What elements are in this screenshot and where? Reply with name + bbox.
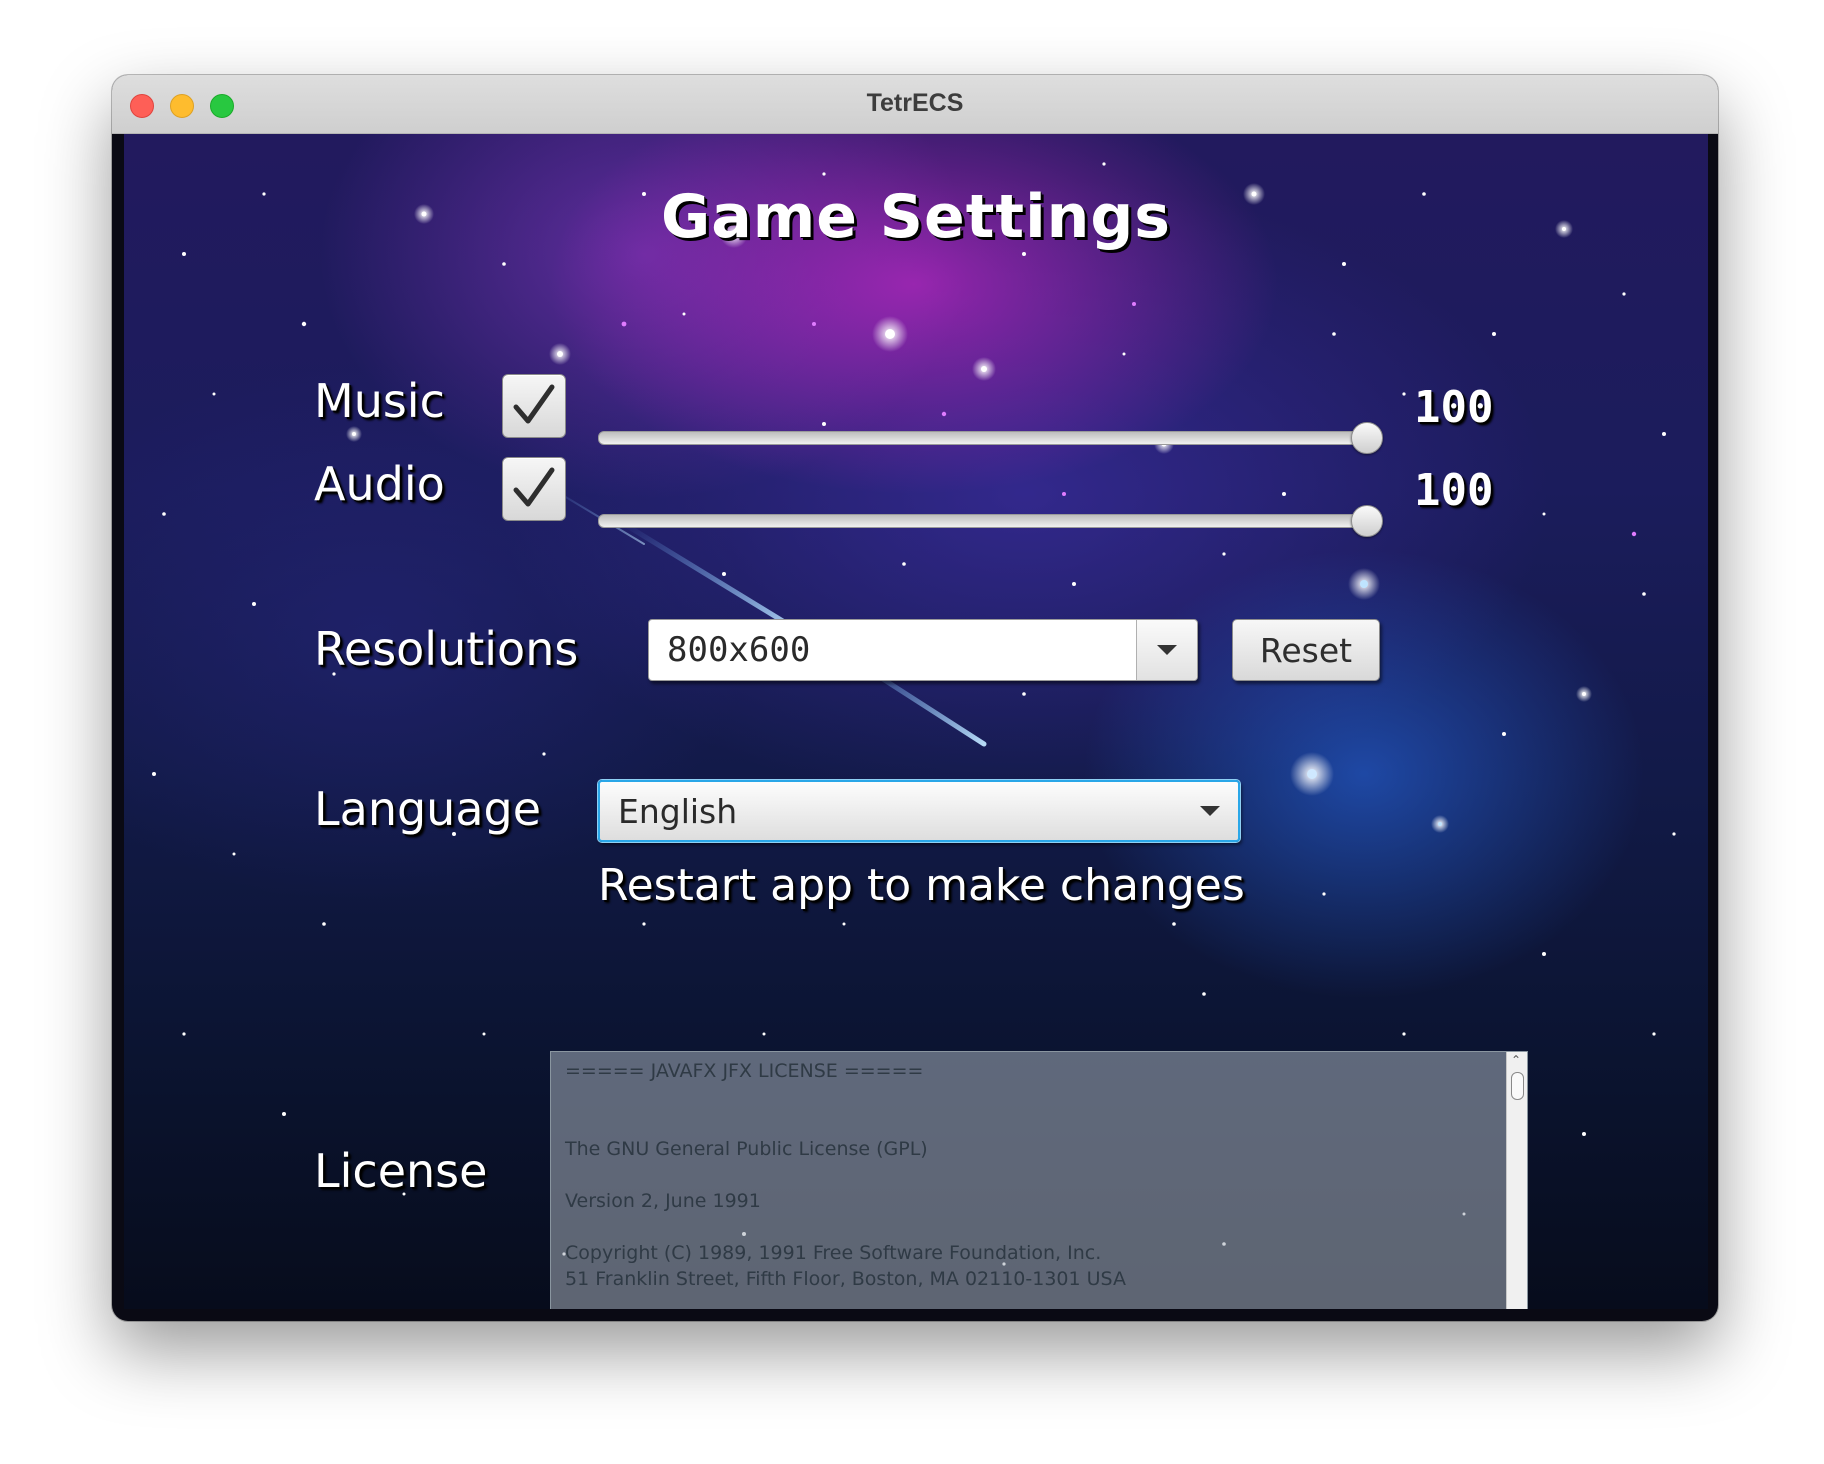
checkmark-icon [513,467,555,507]
license-line [565,1162,1499,1188]
music-volume-value: 100 [1414,382,1494,433]
audio-volume-value: 100 [1414,465,1494,516]
scrollbar-thumb[interactable] [1511,1072,1524,1100]
page-title: Game Settings [660,182,1172,252]
license-line [565,1084,1499,1110]
title-bar[interactable]: TetrECS [112,75,1718,134]
language-label: Language [314,782,542,836]
chevron-down-icon [1200,806,1220,816]
license-scrollbar[interactable]: ⌃ ⌄ [1506,1052,1527,1309]
checkmark-icon [513,384,555,424]
settings-panel: Game Settings Music 100 Audio 100 Resolu… [124,134,1708,1309]
music-slider-thumb[interactable] [1351,422,1383,454]
chevron-up-icon[interactable]: ⌃ [1511,1054,1521,1066]
license-line [565,1214,1499,1240]
chevron-down-icon [1157,645,1177,655]
license-line: Copyright (C) 1989, 1991 Free Software F… [565,1242,1102,1264]
license-text-content: ===== JAVAFX JFX LICENSE ===== The GNU G… [565,1058,1499,1292]
reset-button[interactable]: Reset [1232,619,1380,681]
license-line: ===== JAVAFX JFX LICENSE ===== [565,1060,924,1082]
audio-label: Audio [314,457,445,511]
audio-checkbox[interactable] [502,457,566,521]
music-checkbox[interactable] [502,374,566,438]
resolution-dropdown[interactable]: 800x600 [648,619,1198,681]
chevron-down-icon[interactable]: ⌄ [1511,1303,1521,1309]
app-window: TetrECS Game Settings Music 100 Audio 10… [112,75,1718,1321]
resolution-dropdown-button[interactable] [1136,620,1197,680]
music-volume-slider[interactable] [598,422,1383,454]
audio-volume-slider[interactable] [598,505,1383,537]
license-label: License [314,1144,488,1198]
license-line: Version 2, June 1991 [565,1190,761,1212]
license-textarea[interactable]: ===== JAVAFX JFX LICENSE ===== The GNU G… [550,1051,1528,1309]
resolution-selected-value: 800x600 [667,630,811,670]
license-line: The GNU General Public License (GPL) [565,1138,928,1160]
license-line [565,1110,1499,1136]
resolutions-label: Resolutions [314,622,579,676]
language-dropdown[interactable]: English [598,780,1240,842]
audio-slider-thumb[interactable] [1351,505,1383,537]
music-label: Music [314,374,445,428]
license-line: 51 Franklin Street, Fifth Floor, Boston,… [565,1268,1126,1290]
restart-notice: Restart app to make changes [598,860,1245,911]
language-selected-value: English [618,791,738,831]
window-title: TetrECS [866,89,964,117]
